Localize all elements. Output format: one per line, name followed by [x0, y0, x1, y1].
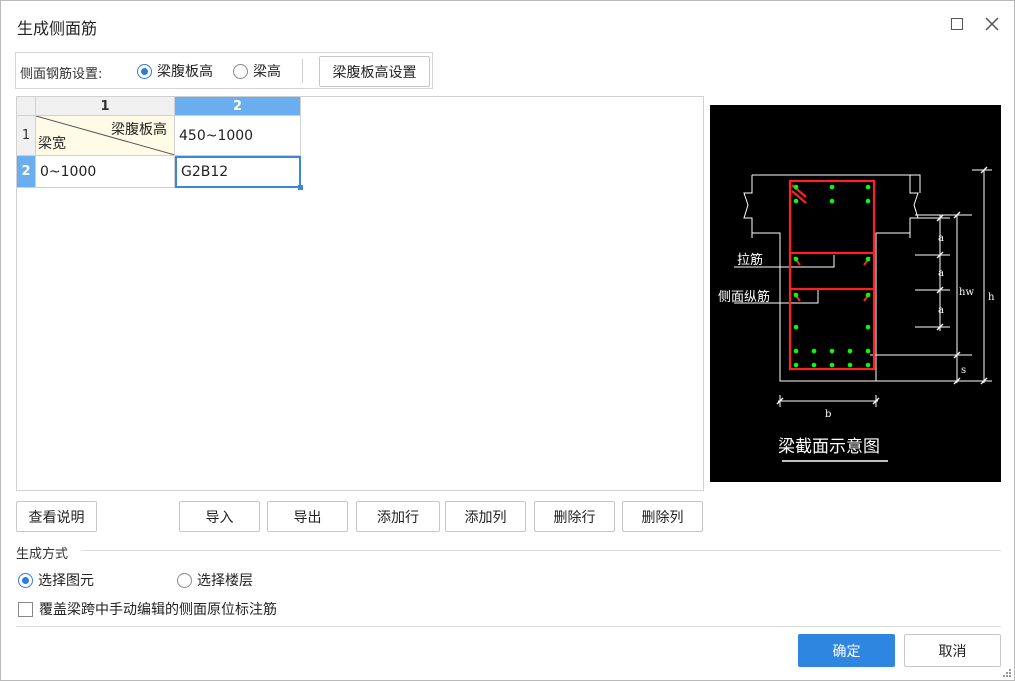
maximize-button[interactable]: [945, 12, 969, 36]
rebar-grid: 1 2 1 梁腹板高 梁宽 450~1000 2 0~1000 G2B12: [16, 96, 704, 491]
dim-a-2: a: [938, 268, 944, 279]
divider: [302, 59, 303, 83]
beam-section-diagram: 拉筋 侧面纵筋 a a a hw h s b 梁截面示意图: [710, 105, 1001, 482]
generation-mode-title: 生成方式: [16, 547, 69, 562]
side-rebar-dialog: 生成侧面筋 侧面钢筋设置: 梁腹板高 梁高 梁腹板高设置 1 2 1 梁腹板高 …: [0, 0, 1015, 681]
resize-grip-icon[interactable]: [1001, 667, 1011, 677]
diagonal-header-cell[interactable]: 梁腹板高 梁宽: [36, 116, 175, 156]
radio-selected-icon: [137, 63, 152, 79]
override-manual-annotation-checkbox[interactable]: 覆盖梁跨中手动编辑的侧面原位标注筋: [18, 599, 277, 619]
checkbox-unchecked-icon: [18, 601, 33, 617]
grid-corner-header[interactable]: [17, 97, 36, 116]
grid-cell-r2c2[interactable]: G2B12: [175, 156, 301, 188]
row-header-2[interactable]: 2: [17, 156, 36, 188]
side-rebar-settings: 侧面钢筋设置: 梁腹板高 梁高 梁腹板高设置: [15, 52, 433, 89]
radio-selected-icon: [18, 572, 33, 588]
close-button[interactable]: [980, 12, 1004, 36]
grid-cell-r2c1[interactable]: 0~1000: [36, 156, 175, 188]
maximize-icon: [951, 18, 963, 30]
column-header-1[interactable]: 1: [36, 97, 175, 116]
export-button[interactable]: 导出: [267, 501, 348, 532]
beam-width-header: 梁宽: [38, 136, 66, 152]
radio-web-height[interactable]: 梁腹板高: [137, 61, 213, 81]
dim-s: s: [961, 365, 966, 376]
diagram-caption: 梁截面示意图: [778, 437, 880, 457]
web-height-header: 梁腹板高: [111, 122, 167, 138]
view-help-button[interactable]: 查看说明: [16, 501, 97, 532]
footer-divider: [16, 626, 1001, 627]
override-checkbox-label: 覆盖梁跨中手动编辑的侧面原位标注筋: [39, 602, 277, 618]
cancel-button[interactable]: 取消: [904, 634, 1001, 667]
radio-select-element-label: 选择图元: [38, 573, 94, 589]
radio-select-floor-label: 选择楼层: [197, 573, 253, 589]
dim-hw: hw: [959, 287, 974, 298]
dim-h: h: [988, 292, 995, 303]
import-button[interactable]: 导入: [179, 501, 260, 532]
dim-a-1: a: [938, 233, 944, 244]
grid-cell-r1c2[interactable]: 450~1000: [175, 116, 301, 156]
column-header-2[interactable]: 2: [175, 97, 301, 116]
web-height-settings-button[interactable]: 梁腹板高设置: [319, 56, 430, 87]
group-divider: [81, 550, 1001, 551]
close-icon: [985, 17, 999, 31]
tie-label: 拉筋: [737, 252, 763, 268]
add-row-button[interactable]: 添加行: [356, 501, 440, 532]
delete-column-button[interactable]: 删除列: [622, 501, 703, 532]
side-bar-label: 侧面纵筋: [718, 289, 770, 305]
settings-label: 侧面钢筋设置:: [20, 67, 103, 82]
fill-handle[interactable]: [298, 185, 303, 190]
radio-select-floor[interactable]: 选择楼层: [177, 570, 253, 590]
radio-beam-height-label: 梁高: [253, 64, 281, 80]
dim-b: b: [825, 409, 831, 420]
radio-unselected-icon: [233, 63, 248, 79]
title-bar: 生成侧面筋: [1, 1, 1014, 47]
radio-unselected-icon: [177, 572, 192, 588]
dim-a-3: a: [938, 305, 944, 316]
delete-row-button[interactable]: 删除行: [534, 501, 615, 532]
radio-web-height-label: 梁腹板高: [157, 64, 213, 80]
radio-beam-height[interactable]: 梁高: [233, 61, 281, 81]
dialog-title: 生成侧面筋: [17, 19, 98, 38]
ok-button[interactable]: 确定: [798, 634, 895, 667]
row-header-1[interactable]: 1: [17, 116, 36, 156]
radio-select-element[interactable]: 选择图元: [18, 570, 94, 590]
add-column-button[interactable]: 添加列: [445, 501, 526, 532]
beam-section-drawing: 拉筋 侧面纵筋 a a a hw h s b 梁截面示意图: [718, 166, 995, 462]
